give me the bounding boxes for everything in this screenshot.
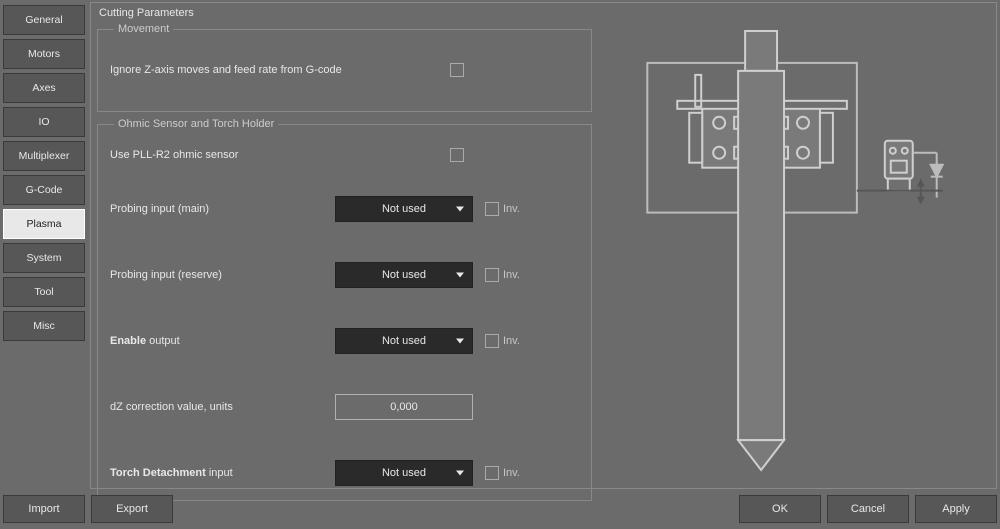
enable-output-select[interactable]: Not used [335, 328, 473, 354]
sidebar-item-gcode[interactable]: G-Code [3, 175, 85, 205]
chevron-down-icon [456, 273, 464, 278]
chevron-down-icon [456, 207, 464, 212]
probing-main-value: Not used [382, 203, 426, 215]
enable-output-label: Enable output [110, 335, 335, 347]
dialog-footer: Import Export OK Cancel Apply [3, 495, 997, 523]
sidebar-item-general[interactable]: General [3, 5, 85, 35]
torch-detach-label: Torch Detachment input [110, 467, 335, 479]
probing-reserve-select[interactable]: Not used [335, 262, 473, 288]
chevron-down-icon [456, 339, 464, 344]
enable-output-inv-checkbox[interactable] [485, 334, 499, 348]
ok-button[interactable]: OK [739, 495, 821, 523]
cancel-button[interactable]: Cancel [827, 495, 909, 523]
movement-legend: Movement [114, 23, 173, 35]
page-title: Cutting Parameters [99, 7, 194, 19]
probing-reserve-inv-label: Inv. [503, 269, 520, 281]
sidebar-item-multiplexer[interactable]: Multiplexer [3, 141, 85, 171]
use-pll-label: Use PLL-R2 ohmic sensor [110, 149, 450, 161]
torch-detach-inv-checkbox[interactable] [485, 466, 499, 480]
enable-output-value: Not used [382, 335, 426, 347]
import-button[interactable]: Import [3, 495, 85, 523]
movement-group: Movement Ignore Z-axis moves and feed ra… [97, 23, 592, 112]
enable-output-inv-label: Inv. [503, 335, 520, 347]
probing-main-select[interactable]: Not used [335, 196, 473, 222]
sidebar-item-system[interactable]: System [3, 243, 85, 273]
sidebar-item-axes[interactable]: Axes [3, 73, 85, 103]
sidebar-item-misc[interactable]: Misc [3, 311, 85, 341]
torch-detach-select[interactable]: Not used [335, 460, 473, 486]
ignore-z-checkbox[interactable] [450, 63, 464, 77]
sidebar-item-plasma[interactable]: Plasma [3, 209, 85, 239]
ohmic-group: Ohmic Sensor and Torch Holder Use PLL-R2… [97, 118, 592, 501]
ohmic-legend: Ohmic Sensor and Torch Holder [114, 118, 278, 130]
probing-main-label: Probing input (main) [110, 203, 335, 215]
main-panel: Cutting Parameters Movement Ignore Z-axi… [90, 2, 997, 489]
probing-main-inv-checkbox[interactable] [485, 202, 499, 216]
torch-diagram-svg [604, 23, 990, 482]
probing-reserve-label: Probing input (reserve) [110, 269, 335, 281]
sidebar-item-io[interactable]: IO [3, 107, 85, 137]
probing-main-inv-label: Inv. [503, 203, 520, 215]
probing-reserve-value: Not used [382, 269, 426, 281]
torch-detach-inv-label: Inv. [503, 467, 520, 479]
ignore-z-label: Ignore Z-axis moves and feed rate from G… [110, 64, 450, 76]
sidebar-item-motors[interactable]: Motors [3, 39, 85, 69]
dz-correction-label: dZ correction value, units [110, 401, 335, 413]
settings-sidebar: General Motors Axes IO Multiplexer G-Cod… [3, 5, 85, 341]
apply-button[interactable]: Apply [915, 495, 997, 523]
export-button[interactable]: Export [91, 495, 173, 523]
use-pll-checkbox[interactable] [450, 148, 464, 162]
chevron-down-icon [456, 471, 464, 476]
torch-diagram [604, 23, 990, 482]
probing-reserve-inv-checkbox[interactable] [485, 268, 499, 282]
sidebar-item-tool[interactable]: Tool [3, 277, 85, 307]
dz-correction-input[interactable]: 0,000 [335, 394, 473, 420]
torch-detach-value: Not used [382, 467, 426, 479]
